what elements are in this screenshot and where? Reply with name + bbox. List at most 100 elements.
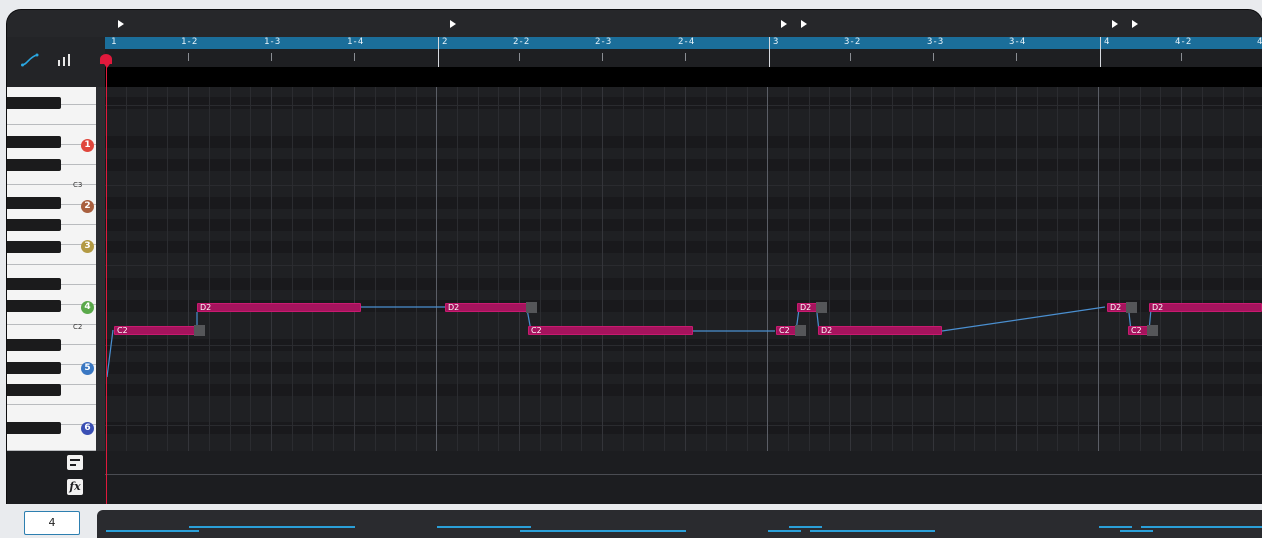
- key-note-c3: C3: [73, 181, 83, 189]
- timeline-ruler[interactable]: 1 1-2 1-3 1-4 2 2-2 2-3 2-4 3 3-2 3-3 3-…: [105, 37, 1262, 49]
- midi-note[interactable]: C2: [528, 326, 693, 335]
- ruler-label: 4: [1257, 37, 1262, 47]
- note-tail-handle[interactable]: [816, 302, 827, 313]
- automation-lane-icon[interactable]: [67, 455, 83, 470]
- key-badge-6[interactable]: 6: [81, 422, 94, 435]
- midi-note[interactable]: D2: [797, 303, 817, 312]
- piano-black-key[interactable]: [7, 97, 61, 109]
- ruler-label: 2-2: [513, 37, 530, 47]
- midi-note[interactable]: D2: [818, 326, 942, 335]
- ruler-tick: [685, 53, 686, 61]
- note-label: C2: [1131, 326, 1142, 335]
- note-label: C2: [779, 326, 790, 335]
- bar-divider: [769, 37, 770, 67]
- overview-note: [106, 530, 199, 532]
- piano-black-key[interactable]: [7, 241, 61, 253]
- ruler-tick: [850, 53, 851, 61]
- ruler-label: 1-4: [347, 37, 364, 47]
- key-badge-2[interactable]: 2: [81, 200, 94, 213]
- overview-note: [1099, 526, 1132, 528]
- key-badge-5[interactable]: 5: [81, 362, 94, 375]
- ruler-label: 1-2: [181, 37, 198, 47]
- midi-note[interactable]: D2: [1107, 303, 1127, 312]
- note-tail-handle[interactable]: [526, 302, 537, 313]
- piano-black-key[interactable]: [7, 278, 61, 290]
- ruler-tick: [354, 53, 355, 61]
- marker-flag-1[interactable]: [118, 20, 124, 28]
- note-tail-handle[interactable]: [795, 325, 806, 336]
- ruler-tick: [602, 53, 603, 61]
- piano-roll-editor: 1 1-2 1-3 1-4 2 2-2 2-3 2-4 3 3-2 3-3 3-…: [7, 10, 1262, 504]
- ruler-label: 3-3: [927, 37, 944, 47]
- piano-black-key[interactable]: [7, 159, 61, 171]
- overview-note: [189, 526, 355, 528]
- midi-note[interactable]: C2: [776, 326, 796, 335]
- midi-note[interactable]: D2: [197, 303, 361, 312]
- loop-lane[interactable]: [105, 67, 1262, 87]
- note-tail-handle[interactable]: [1126, 302, 1137, 313]
- bar-divider: [1100, 37, 1101, 67]
- ruler-label: 1: [111, 37, 117, 47]
- overview-note: [789, 526, 822, 528]
- piano-black-key[interactable]: [7, 339, 61, 351]
- overview-note: [1141, 526, 1262, 528]
- marker-flag-3[interactable]: [781, 20, 787, 28]
- piano-black-key[interactable]: [7, 197, 61, 209]
- note-label: D2: [1152, 303, 1164, 312]
- note-label: D2: [448, 303, 460, 312]
- piano-black-key[interactable]: [7, 422, 61, 434]
- midi-note[interactable]: C2: [114, 326, 195, 335]
- midi-note[interactable]: C2: [1128, 326, 1148, 335]
- piano-keyboard[interactable]: C3 C2 1 2 3 4 5 6: [7, 87, 96, 451]
- midi-note[interactable]: D2: [1149, 303, 1262, 312]
- marker-flag-2[interactable]: [450, 20, 456, 28]
- ruler-label: 4: [1104, 37, 1110, 47]
- note-tail-handle[interactable]: [1147, 325, 1158, 336]
- ruler-tick: [1181, 53, 1182, 61]
- piano-black-key[interactable]: [7, 362, 61, 374]
- ruler-tick: [188, 53, 189, 61]
- velocity-bars-icon[interactable]: [57, 54, 73, 66]
- piano-black-key[interactable]: [7, 300, 61, 312]
- ruler-label: 3-2: [844, 37, 861, 47]
- bar-divider: [438, 37, 439, 67]
- key-badge-4[interactable]: 4: [81, 301, 94, 314]
- overview-note: [520, 530, 686, 532]
- marker-flag-5[interactable]: [1112, 20, 1118, 28]
- ruler-tick: [933, 53, 934, 61]
- ruler-label: 2: [442, 37, 448, 47]
- zoom-value-field[interactable]: 4: [24, 511, 80, 535]
- playhead-line: [106, 56, 107, 504]
- overview-note: [437, 526, 531, 528]
- overview-navigator[interactable]: [97, 510, 1262, 538]
- curve-tool-icon[interactable]: [21, 53, 39, 67]
- tool-area: [7, 37, 105, 87]
- fx-lane-icon[interactable]: fx: [67, 479, 83, 495]
- note-grid[interactable]: C2 D2 D2 C2 C2 D2 D2 D2 C2 D2: [105, 87, 1262, 451]
- ruler-label: 4-2: [1175, 37, 1192, 47]
- note-connectors: [106, 306, 1152, 378]
- ruler-label: 3: [773, 37, 779, 47]
- note-tail-handle[interactable]: [194, 325, 205, 336]
- key-badge-1[interactable]: 1: [81, 139, 94, 152]
- marker-strip: [7, 10, 1262, 37]
- ruler-tick: [271, 53, 272, 61]
- midi-note[interactable]: D2: [445, 303, 527, 312]
- overview-note: [810, 530, 935, 532]
- controller-lanes: fx: [7, 451, 1262, 504]
- key-badge-3[interactable]: 3: [81, 240, 94, 253]
- overview-note: [768, 530, 801, 532]
- lane-separator: [105, 474, 1262, 475]
- note-label: D2: [1110, 303, 1122, 312]
- keyboard-edge: [96, 87, 105, 451]
- ruler-tick: [519, 53, 520, 61]
- bottom-bar: 4: [0, 504, 1262, 538]
- marker-flag-6[interactable]: [1132, 20, 1138, 28]
- marker-flag-4[interactable]: [801, 20, 807, 28]
- piano-black-key[interactable]: [7, 219, 61, 231]
- piano-black-key[interactable]: [7, 384, 61, 396]
- ruler-ticks[interactable]: [105, 49, 1262, 67]
- piano-black-key[interactable]: [7, 136, 61, 148]
- ruler-tick: [1016, 53, 1017, 61]
- note-label: D2: [821, 326, 833, 335]
